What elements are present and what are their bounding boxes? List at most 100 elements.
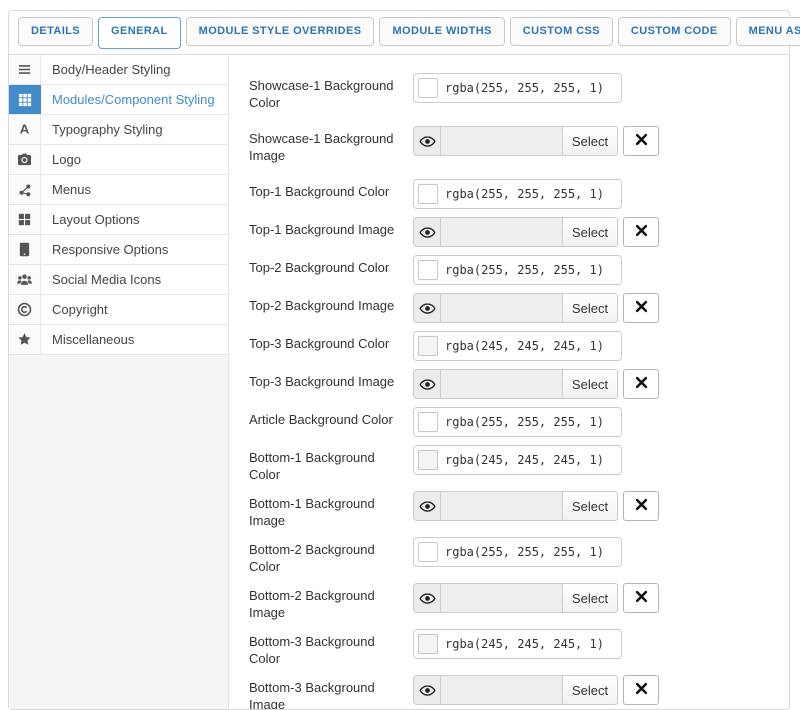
color-swatch[interactable] (418, 634, 438, 654)
image-path-field[interactable] (441, 675, 562, 705)
eye-icon[interactable] (413, 675, 441, 705)
eye-icon[interactable] (413, 491, 441, 521)
image-path-field[interactable] (441, 369, 562, 399)
field-label: Bottom-2 Background Image (249, 583, 409, 621)
background-color-input (413, 445, 622, 475)
field-row: Top-3 Background Color (249, 331, 769, 361)
tab-module-style-overrides[interactable]: MODULE STYLE OVERRIDES (186, 17, 375, 46)
tab-bar: DETAILSGENERALMODULE STYLE OVERRIDESMODU… (9, 11, 789, 55)
color-value-input[interactable] (445, 415, 616, 429)
image-path-field[interactable] (441, 491, 562, 521)
field-label: Bottom-3 Background Image (249, 675, 409, 709)
color-value-input[interactable] (445, 187, 616, 201)
background-image-input-group: Select (413, 217, 659, 247)
image-path-field[interactable] (441, 583, 562, 613)
color-value-input[interactable] (445, 637, 616, 651)
color-value-input[interactable] (445, 339, 616, 353)
sidebar-item-menus[interactable]: Menus (9, 175, 228, 205)
clear-image-button[interactable] (623, 491, 659, 521)
panel-body: Body/Header StylingModules/Component Sty… (9, 55, 789, 709)
field-row: Bottom-2 Background Image Select (249, 583, 769, 621)
sidebar-item-label: Body/Header Styling (41, 55, 171, 84)
clear-image-button[interactable] (623, 126, 659, 156)
sidebar-item-label: Layout Options (41, 205, 139, 234)
image-path-field[interactable] (441, 126, 562, 156)
eye-icon[interactable] (413, 217, 441, 247)
sidebar-item-typography-styling[interactable]: A Typography Styling (9, 115, 228, 145)
color-value-input[interactable] (445, 263, 616, 277)
clear-image-button[interactable] (623, 675, 659, 705)
field-label: Top-3 Background Image (249, 369, 409, 399)
color-swatch[interactable] (418, 542, 438, 562)
field-row: Bottom-1 Background Color (249, 445, 769, 483)
sidebar-item-layout-options[interactable]: Layout Options (9, 205, 228, 235)
eye-icon[interactable] (413, 293, 441, 323)
tab-custom-code[interactable]: CUSTOM CODE (618, 17, 731, 46)
tab-module-widths[interactable]: MODULE WIDTHS (379, 17, 504, 46)
star-icon (9, 325, 41, 354)
background-color-input (413, 407, 622, 437)
sidebar-item-miscellaneous[interactable]: Miscellaneous (9, 325, 228, 355)
image-path-field[interactable] (441, 293, 562, 323)
x-icon (635, 133, 648, 149)
color-swatch[interactable] (418, 336, 438, 356)
sidebar-item-body-header-styling[interactable]: Body/Header Styling (9, 55, 228, 85)
tab-general[interactable]: GENERAL (98, 17, 181, 49)
select-image-button[interactable]: Select (562, 583, 618, 613)
sidebar-item-responsive-options[interactable]: Responsive Options (9, 235, 228, 265)
clear-image-button[interactable] (623, 217, 659, 247)
clear-image-button[interactable] (623, 369, 659, 399)
field-row: Bottom-3 Background Color (249, 629, 769, 667)
background-image-input-group: Select (413, 369, 659, 399)
eye-icon[interactable] (413, 369, 441, 399)
sidebar-item-copyright[interactable]: Copyright (9, 295, 228, 325)
field-row: Top-3 Background Image Select (249, 369, 769, 399)
field-row: Showcase-1 Background Image Select (249, 126, 769, 164)
color-value-input[interactable] (445, 545, 616, 559)
x-icon (635, 224, 648, 240)
clear-image-button[interactable] (623, 293, 659, 323)
field-row: Article Background Color (249, 407, 769, 437)
settings-form: Showcase-1 Background Color Showcase-1 Ba… (229, 55, 789, 709)
tab-details[interactable]: DETAILS (18, 17, 93, 46)
eye-icon[interactable] (413, 126, 441, 156)
clear-image-button[interactable] (623, 583, 659, 613)
color-swatch[interactable] (418, 412, 438, 432)
sidebar-item-label: Social Media Icons (41, 265, 161, 294)
color-swatch[interactable] (418, 450, 438, 470)
field-row: Bottom-2 Background Color (249, 537, 769, 575)
x-icon (635, 376, 648, 392)
field-row: Showcase-1 Background Color (249, 73, 769, 111)
color-swatch[interactable] (418, 184, 438, 204)
color-swatch[interactable] (418, 260, 438, 280)
select-image-button[interactable]: Select (562, 126, 618, 156)
color-swatch[interactable] (418, 78, 438, 98)
field-label: Top-2 Background Color (249, 255, 409, 285)
background-image-input-group: Select (413, 583, 659, 613)
color-value-input[interactable] (445, 81, 616, 95)
sidebar-item-label: Typography Styling (41, 115, 163, 144)
image-path-field[interactable] (441, 217, 562, 247)
field-label: Article Background Color (249, 407, 409, 437)
select-image-button[interactable]: Select (562, 293, 618, 323)
field-label: Top-1 Background Image (249, 217, 409, 247)
field-label: Bottom-3 Background Color (249, 629, 409, 667)
sidebar-item-social-media-icons[interactable]: Social Media Icons (9, 265, 228, 295)
color-value-input[interactable] (445, 453, 616, 467)
select-image-button[interactable]: Select (562, 675, 618, 705)
background-color-input (413, 73, 622, 103)
eye-icon[interactable] (413, 583, 441, 613)
field-label: Bottom-1 Background Image (249, 491, 409, 529)
sidebar-item-label: Responsive Options (41, 235, 168, 264)
tab-custom-css[interactable]: CUSTOM CSS (510, 17, 613, 46)
sidebar-item-logo[interactable]: Logo (9, 145, 228, 175)
select-image-button[interactable]: Select (562, 217, 618, 247)
svg-text:A: A (20, 122, 30, 137)
background-image-input-group: Select (413, 293, 659, 323)
field-label: Showcase-1 Background Color (249, 73, 409, 111)
select-image-button[interactable]: Select (562, 369, 618, 399)
tab-menu-assignment[interactable]: MENU ASSIGNMENT (736, 17, 800, 46)
sidebar-item-modules-component-styling[interactable]: Modules/Component Styling (9, 85, 228, 115)
select-image-button[interactable]: Select (562, 491, 618, 521)
field-label: Showcase-1 Background Image (249, 126, 409, 164)
